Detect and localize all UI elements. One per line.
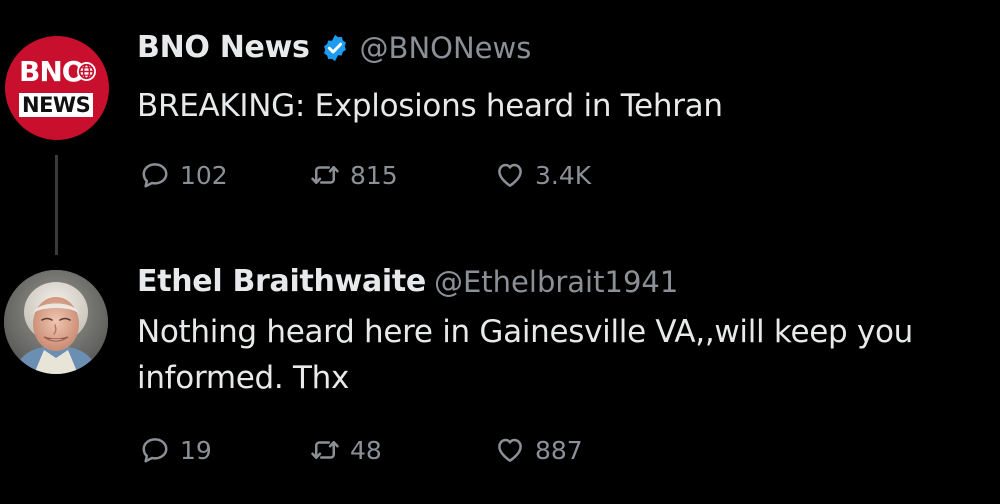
retweet-icon — [311, 166, 339, 184]
retweet-icon — [311, 441, 339, 459]
retweet-count: 815 — [350, 160, 398, 190]
reply-count: 19 — [180, 435, 212, 465]
reply-button[interactable]: 102 — [140, 155, 228, 195]
tweet-ethel-braithwaite[interactable]: Ethel Braithwaite @Ethelbrait1941 Nothin… — [0, 250, 1000, 504]
reply-button[interactable]: 19 — [140, 430, 212, 470]
tweet-text: Nothing heard here in Gainesville VA,,wi… — [137, 314, 914, 396]
like-count: 3.4K — [535, 160, 592, 190]
tweet-bno-news[interactable]: BNO NEWS BNO News @BNONews BREAKING: Exp… — [0, 0, 1000, 255]
tweet-text: BREAKING: Explosions heard in Tehran — [137, 88, 723, 124]
tweet-actions: 102 815 3.4K — [140, 155, 660, 195]
heart-icon — [498, 438, 522, 462]
reply-count: 102 — [180, 160, 228, 190]
tweet-header: BNO News @BNONews — [137, 30, 531, 65]
thread-connector-line — [55, 155, 58, 255]
like-button[interactable]: 3.4K — [495, 155, 591, 195]
tweet-header: Ethel Braithwaite @Ethelbrait1941 — [137, 264, 678, 299]
bno-news-logo: BNO NEWS — [5, 36, 109, 140]
logo-line1: BNO — [19, 55, 86, 88]
avatar[interactable]: BNO NEWS — [5, 36, 109, 140]
retweet-button[interactable]: 48 — [310, 430, 382, 470]
like-count: 887 — [535, 435, 583, 465]
avatar[interactable] — [4, 270, 108, 374]
like-button[interactable]: 887 — [495, 430, 583, 470]
logo-line2: NEWS — [19, 93, 94, 117]
heart-icon — [498, 163, 522, 187]
author-display-name[interactable]: BNO News — [137, 30, 310, 65]
reply-icon — [142, 163, 168, 188]
retweet-count: 48 — [350, 435, 382, 465]
elderly-woman-photo — [4, 270, 108, 374]
verified-badge-icon — [323, 34, 346, 61]
retweet-button[interactable]: 815 — [310, 155, 398, 195]
author-handle[interactable]: @Ethelbrait1941 — [434, 265, 678, 299]
globe-icon — [77, 62, 96, 81]
tweet-actions: 19 48 887 — [140, 430, 660, 470]
reply-icon — [142, 438, 168, 463]
author-handle[interactable]: @BNONews — [360, 31, 532, 65]
author-display-name[interactable]: Ethel Braithwaite — [137, 264, 426, 299]
